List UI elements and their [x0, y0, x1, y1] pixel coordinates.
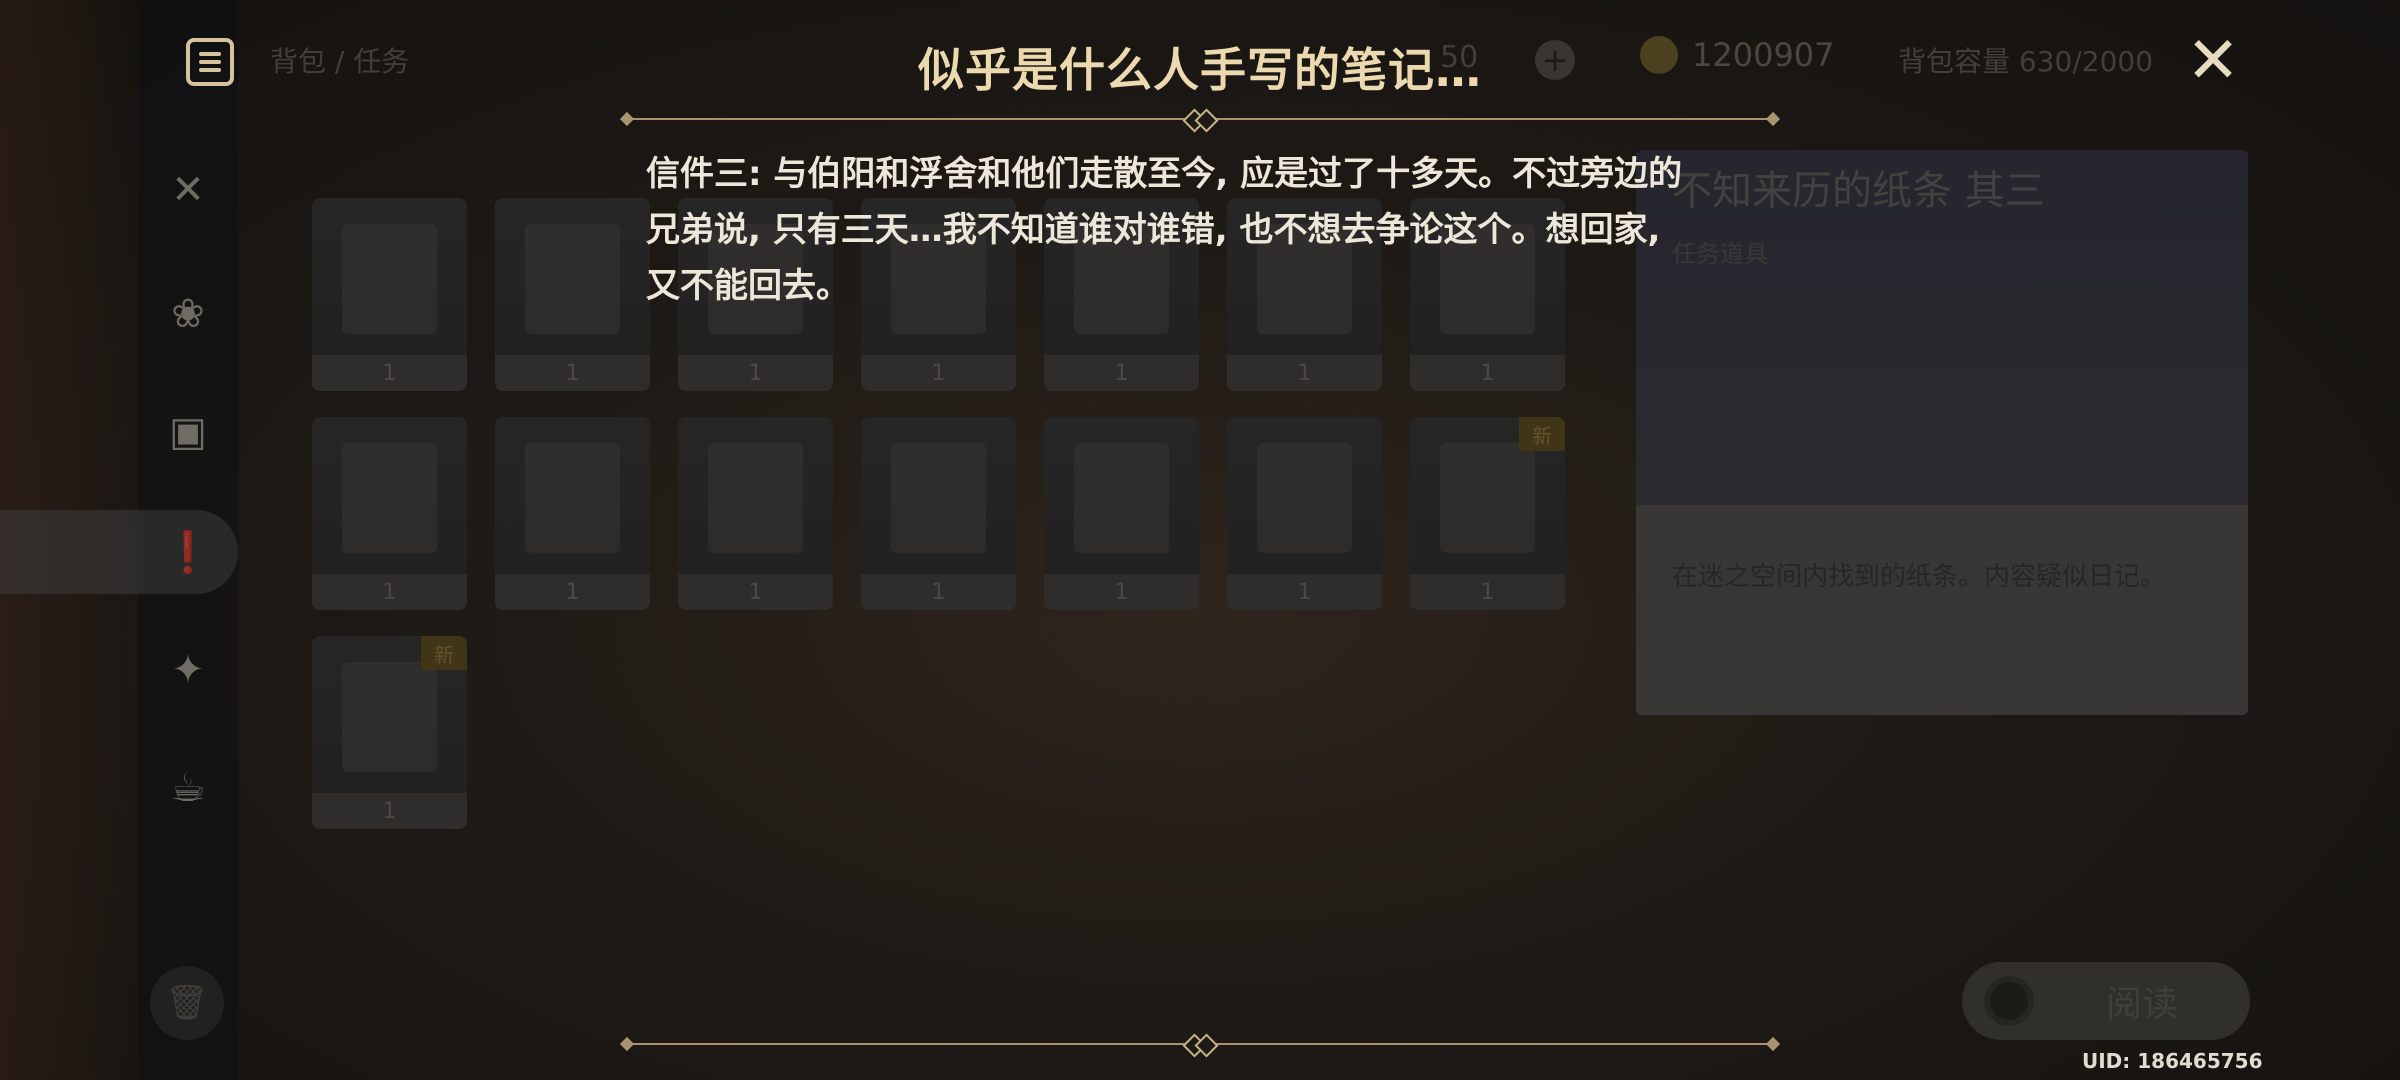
bottom-divider [619, 1034, 1781, 1054]
note-line: 兄弟说, 只有三天…我不知道谁对谁错, 也不想去争论这个。想回家, [646, 210, 1661, 250]
note-log-icon[interactable] [186, 38, 234, 86]
note-line: 又不能回去。 [646, 266, 850, 306]
close-icon[interactable]: ✕ [2182, 24, 2244, 98]
dialog-title: 似乎是什么人手写的笔记… [918, 43, 1482, 97]
uid-label: UID: 186465756 [2082, 1049, 2263, 1073]
note-line: 信件三: 与伯阳和浮舍和他们走散至今, 应是过了十多天。不过旁边的 [646, 154, 1683, 194]
top-divider [619, 109, 1781, 129]
note-body: 信件三: 与伯阳和浮舍和他们走散至今, 应是过了十多天。不过旁边的 兄弟说, 只… [646, 146, 1746, 314]
